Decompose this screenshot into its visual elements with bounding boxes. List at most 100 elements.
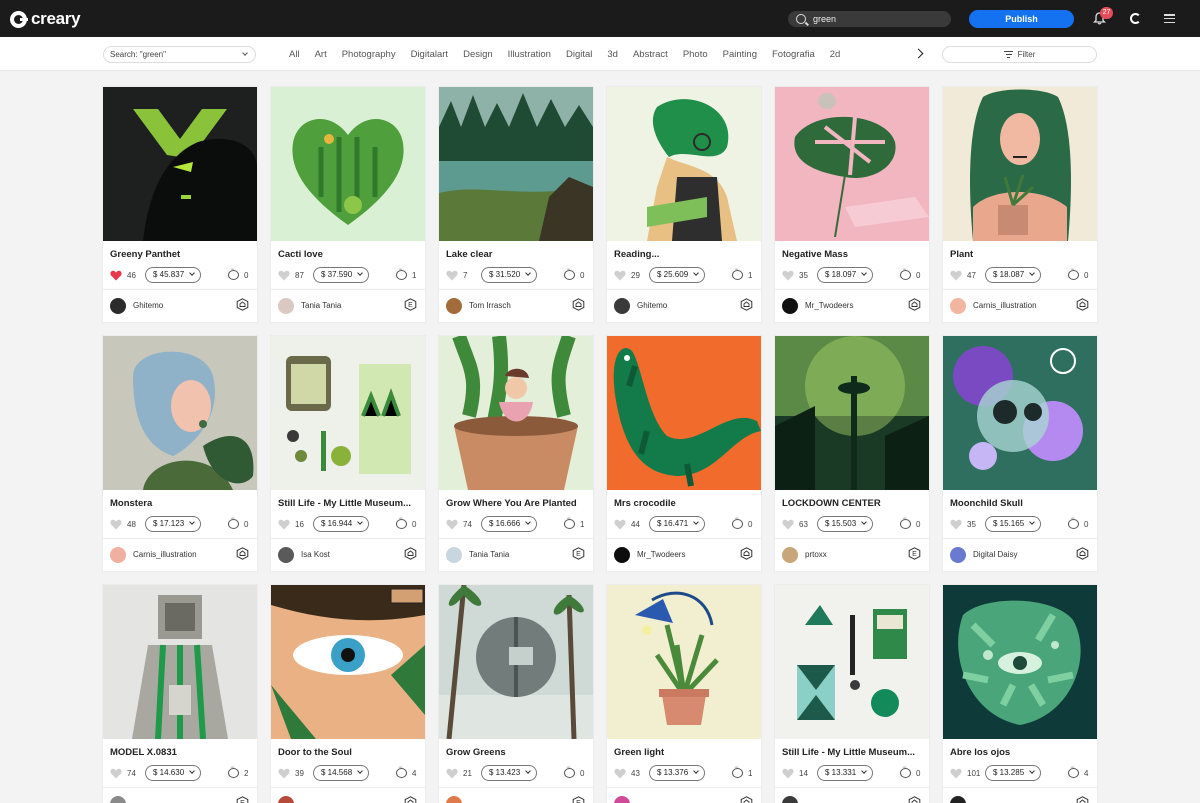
artwork-image[interactable] [271,87,425,241]
category-tab-painting[interactable]: Painting [723,47,757,62]
artwork-image[interactable] [943,87,1097,241]
heart-icon[interactable] [950,270,962,281]
author-name[interactable]: Digital Daisy [973,550,1017,559]
artwork-title[interactable]: MODEL X.0831 [110,747,250,758]
artwork-title[interactable]: LOCKDOWN CENTER [782,498,922,509]
artwork-title[interactable]: Greeny Panthet [110,249,250,260]
artwork-image[interactable] [607,87,761,241]
price-dropdown[interactable]: $ 15.503 [817,516,874,532]
heart-icon[interactable] [446,768,458,779]
artwork-image[interactable] [103,336,257,490]
artwork-card[interactable]: Still Life - My Little Museum... 16 $ 16.9… [271,336,425,571]
category-tab-photography[interactable]: Photography [342,47,396,62]
price-dropdown[interactable]: $ 16.666 [481,516,538,532]
author-name[interactable]: Mr_Twodeers [637,550,685,559]
author-avatar[interactable] [614,547,630,563]
artwork-card[interactable]: LOCKDOWN CENTER 63 $ 15.503 0 prtoxx E [775,336,929,571]
author-avatar[interactable] [950,298,966,314]
category-tab-3d[interactable]: 3d [607,47,618,62]
author-avatar[interactable] [110,298,126,314]
comment-icon[interactable] [1068,266,1079,280]
artwork-title[interactable]: Still Life - My Little Museum... [782,747,922,758]
comment-icon[interactable] [396,764,407,778]
comment-icon[interactable] [396,266,407,280]
artwork-image[interactable] [607,585,761,739]
category-tab-art[interactable]: Art [315,47,327,62]
price-dropdown[interactable]: $ 13.376 [649,765,706,781]
artwork-card[interactable]: Reading... 29 $ 25.609 1 Ghitemo [607,87,761,322]
comment-icon[interactable] [900,764,911,778]
price-dropdown[interactable]: $ 16.471 [649,516,706,532]
author-name[interactable]: Isa Kost [301,550,330,559]
artwork-card[interactable]: Negative Mass 35 $ 18.097 0 Mr_Twodeers [775,87,929,322]
price-dropdown[interactable]: $ 17.123 [145,516,202,532]
author-name[interactable]: Carnis_illustration [973,301,1037,310]
author-avatar[interactable] [614,796,630,803]
comment-icon[interactable] [1068,764,1079,778]
search-query-select[interactable]: Search: "green" [103,46,256,63]
artwork-title[interactable]: Grow Where You Are Planted [446,498,586,509]
category-tab-digitalart[interactable]: Digitalart [411,47,449,62]
artwork-image[interactable] [103,585,257,739]
categories-next-arrow-icon[interactable] [913,47,925,61]
author-name[interactable]: Tania Tania [469,550,509,559]
comment-icon[interactable] [228,764,239,778]
author-avatar[interactable] [950,796,966,803]
comment-icon[interactable] [228,515,239,529]
price-dropdown[interactable]: $ 37.590 [313,267,370,283]
artwork-card[interactable]: MODEL X.0831 74 $ 14.630 2 E [103,585,257,803]
comment-icon[interactable] [228,266,239,280]
heart-icon[interactable] [614,519,626,530]
author-avatar[interactable] [782,547,798,563]
search-input[interactable] [813,14,943,24]
artwork-title[interactable]: Green light [614,747,754,758]
artwork-card[interactable]: Greeny Panthet 46 $ 45.837 0 Ghitemo [103,87,257,322]
price-dropdown[interactable]: $ 14.568 [313,765,370,781]
price-dropdown[interactable]: $ 14.630 [145,765,202,781]
category-tab-design[interactable]: Design [463,47,493,62]
artwork-card[interactable]: Mrs crocodile 44 $ 16.471 0 Mr_Twodeers [607,336,761,571]
artwork-card[interactable]: Green light 43 $ 13.376 1 [607,585,761,803]
author-avatar[interactable] [782,298,798,314]
artwork-title[interactable]: Cacti love [278,249,418,260]
comment-icon[interactable] [732,515,743,529]
artwork-image[interactable] [271,585,425,739]
artwork-title[interactable]: Negative Mass [782,249,922,260]
artwork-card[interactable]: Abre los ojos 101 $ 13.285 4 [943,585,1097,803]
heart-icon[interactable] [446,519,458,530]
artwork-title[interactable]: Lake clear [446,249,586,260]
creary-logo[interactable]: creary [10,9,81,29]
heart-icon[interactable] [782,519,794,530]
search-box[interactable] [788,11,951,27]
comment-icon[interactable] [396,515,407,529]
artwork-card[interactable]: Lake clear 7 $ 31.520 0 Tom Irrasch [439,87,593,322]
artwork-card[interactable]: Grow Greens 21 $ 13.423 0 E [439,585,593,803]
author-name[interactable]: Ghitemo [637,301,667,310]
author-name[interactable]: Ghitemo [133,301,163,310]
heart-icon[interactable] [614,768,626,779]
loading-icon[interactable] [1130,13,1141,24]
artwork-image[interactable] [775,585,929,739]
author-name[interactable]: Tom Irrasch [469,301,511,310]
heart-icon[interactable] [614,270,626,281]
author-name[interactable]: Mr_Twodeers [805,301,853,310]
comment-icon[interactable] [1068,515,1079,529]
artwork-image[interactable] [271,336,425,490]
artwork-title[interactable]: Mrs crocodile [614,498,754,509]
artwork-card[interactable]: Grow Where You Are Planted 74 $ 16.666 1 Tan… [439,336,593,571]
artwork-card[interactable]: Still Life - My Little Museum... 14 $ 13.3… [775,585,929,803]
author-avatar[interactable] [110,547,126,563]
heart-icon[interactable] [950,519,962,530]
comment-icon[interactable] [564,764,575,778]
artwork-title[interactable]: Grow Greens [446,747,586,758]
artwork-title[interactable]: Moonchild Skull [950,498,1090,509]
author-name[interactable]: Tania Tania [301,301,341,310]
artwork-image[interactable] [775,87,929,241]
artwork-image[interactable] [943,336,1097,490]
heart-icon[interactable] [110,768,122,779]
price-dropdown[interactable]: $ 13.331 [817,765,874,781]
category-tab-2d[interactable]: 2d [830,47,841,62]
heart-icon[interactable] [782,768,794,779]
heart-icon[interactable] [446,270,458,281]
price-dropdown[interactable]: $ 25.609 [649,267,706,283]
